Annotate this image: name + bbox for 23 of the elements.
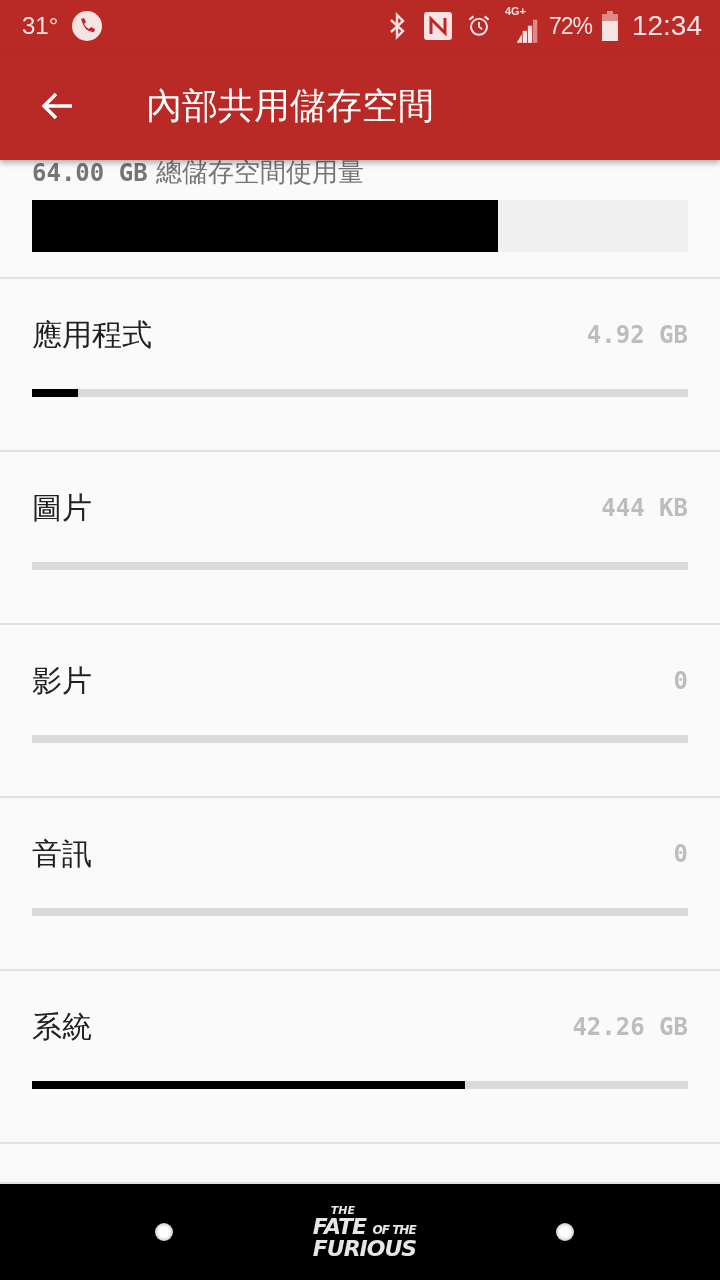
category-size: 444 KB [601,494,688,522]
page-title: 內部共用儲存空間 [146,83,434,128]
phone-icon [72,11,103,41]
category-size: 0 [673,840,688,868]
category-size: 4.92 GB [586,321,688,349]
nfc-icon [422,11,453,41]
category-name: 應用程式 [32,315,152,354]
nav-button[interactable] [155,1223,173,1241]
category-size: 0 [673,667,688,695]
nav-button[interactable] [556,1223,574,1241]
category-name: 圖片 [32,488,92,527]
battery-percent: 72% [548,12,592,40]
temperature: 31° [22,12,59,40]
category-name: 系統 [32,1007,92,1046]
category-size: 42.26 GB [572,1013,688,1041]
category-name: 影片 [32,661,92,700]
back-arrow-icon[interactable] [40,91,74,121]
battery-icon [601,11,618,41]
clock: 12:34 [631,10,702,42]
category-name: 音訊 [32,834,92,873]
movie-logo: THE FATE OF THE FURIOUS [312,1204,417,1260]
network-type: 4G+ [504,5,526,17]
signal-icon [514,17,539,43]
